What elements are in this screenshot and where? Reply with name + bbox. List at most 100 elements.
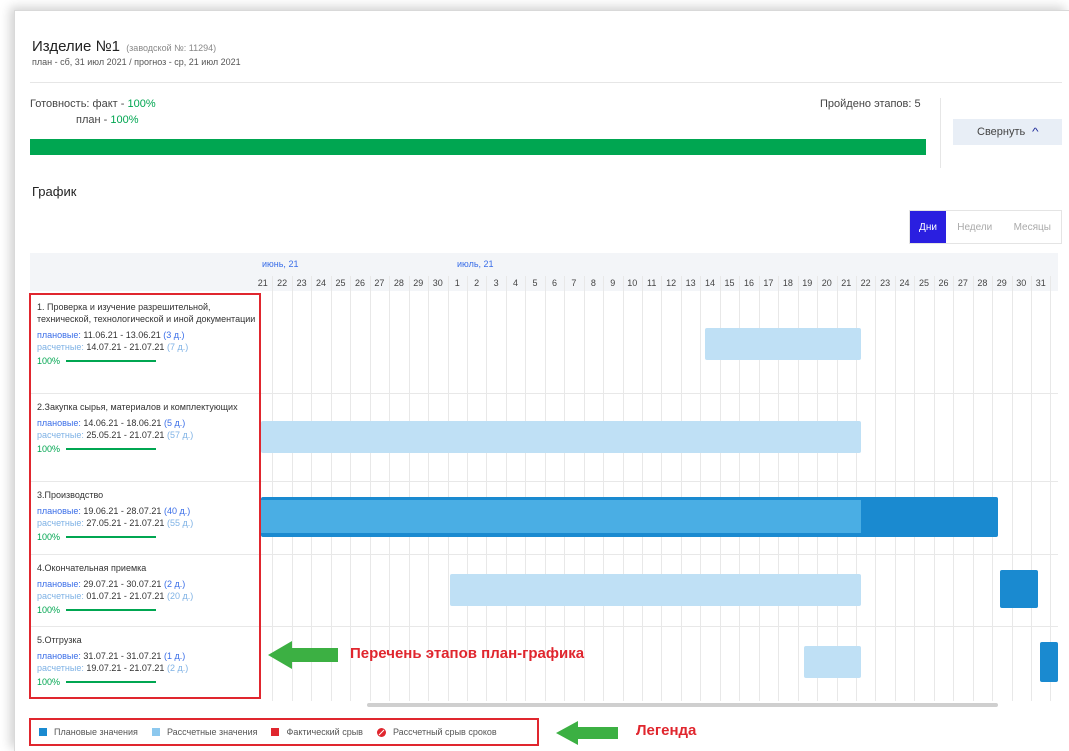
- product-title: Изделие №1 (заводской №: 11294): [32, 38, 216, 55]
- grid-line: [1031, 276, 1032, 701]
- stage-item[interactable]: 4.Окончательная приемка плановые: 29.07.2…: [37, 562, 257, 615]
- stage-calc-range: 01.07.21 - 21.07.21: [86, 591, 165, 601]
- stage-plan-range: 29.07.21 - 30.07.21: [83, 579, 162, 589]
- stage-progress-bar: [66, 360, 157, 362]
- stage-calc-label: расчетные:: [37, 430, 87, 440]
- stage-plan-label: плановые:: [37, 330, 84, 340]
- stage-plan-duration: (5 д.): [163, 418, 186, 428]
- grid-line: [992, 276, 994, 701]
- grid-line: [661, 276, 663, 701]
- stage-calc-duration: (57 д.): [166, 430, 194, 440]
- grid-line: [914, 276, 916, 701]
- grid-line: [369, 276, 371, 701]
- view-days-button[interactable]: Дни: [910, 211, 946, 243]
- arrow-left-icon: [556, 721, 618, 745]
- stage-4-plan-bar[interactable]: [1000, 570, 1038, 608]
- stage-2-calc-bar[interactable]: [261, 421, 861, 453]
- readiness-plan-value: 100%: [110, 114, 139, 126]
- stage-calc-dates: расчетные: 25.05.21 - 21.07.21 (57 д.): [37, 429, 257, 441]
- stage-plan-label: плановые:: [37, 418, 84, 428]
- day-label: 24: [316, 278, 327, 288]
- stage-plan-range: 31.07.21 - 31.07.21: [83, 651, 162, 661]
- day-label: 26: [354, 278, 365, 288]
- stage-progress: 100%: [37, 677, 257, 687]
- stage-plan-range: 14.06.21 - 18.06.21: [83, 418, 162, 428]
- stage-calc-dates: расчетные: 27.05.21 - 21.07.21 (55 д.): [37, 517, 257, 529]
- legend-label: Фактический срыв: [286, 727, 363, 737]
- stage-4-calc-bar[interactable]: [450, 574, 861, 606]
- stage-3-calc-bar[interactable]: [261, 500, 861, 533]
- grid-line: [1050, 276, 1052, 701]
- grid-line: [564, 276, 566, 701]
- grid-line: [525, 276, 527, 701]
- grid-line: [311, 276, 313, 701]
- legend-label: Рассчетный срыв сроков: [392, 727, 497, 737]
- collapse-button[interactable]: Свернуть ^: [953, 119, 1062, 145]
- stage-5-plan-bar[interactable]: [1040, 642, 1058, 682]
- day-label: 21: [257, 278, 268, 288]
- horizontal-scrollbar[interactable]: [367, 703, 998, 707]
- view-weeks-button[interactable]: Недели: [946, 211, 1004, 243]
- grid-line: [1011, 276, 1013, 701]
- stage-1-calc-bar[interactable]: [705, 328, 861, 360]
- stage-item[interactable]: 5.Отгрузка плановые: 31.07.21 - 31.07.21 …: [37, 634, 257, 687]
- day-label: 5: [532, 278, 538, 288]
- stage-calc-dates: расчетные: 19.07.21 - 21.07.21 (2 д.): [37, 662, 257, 674]
- month-label-july: июль, 21: [457, 259, 494, 269]
- stage-progress-value: 100%: [37, 444, 61, 454]
- stage-plan-duration: (1 д.): [163, 651, 186, 661]
- stage-calc-label: расчетные:: [37, 591, 87, 601]
- stage-name: 2.Закупка сырья, материалов и комплектую…: [37, 402, 238, 412]
- stage-name: 4.Окончательная приемка: [37, 563, 147, 573]
- stage-5-calc-bar[interactable]: [804, 646, 861, 678]
- legend-swatch: [151, 728, 160, 736]
- stage-calc-range: 19.07.21 - 21.07.21: [86, 663, 165, 673]
- chevron-up-icon: ^: [1032, 127, 1039, 138]
- stage-plan-duration: (40 д.): [163, 506, 191, 516]
- legend-actual-fail: Фактический срыв: [271, 727, 363, 737]
- stage-plan-dates: плановые: 19.06.21 - 28.07.21 (40 д.): [37, 505, 257, 517]
- day-label: 16: [743, 278, 754, 288]
- day-label: 22: [860, 278, 871, 288]
- stage-plan-dates: плановые: 31.07.21 - 31.07.21 (1 д.): [37, 650, 257, 662]
- grid-line: [330, 276, 332, 701]
- stage-plan-range: 19.06.21 - 28.07.21: [83, 506, 162, 516]
- grid-line: [389, 276, 391, 701]
- stage-calc-label: расчетные:: [37, 663, 87, 673]
- grid-line: [505, 276, 507, 701]
- stage-calc-duration: (55 д.): [166, 518, 194, 528]
- grid-line: [486, 276, 488, 701]
- day-label: 29: [996, 278, 1007, 288]
- divider-vertical: [940, 98, 941, 168]
- stage-plan-dates: плановые: 11.06.21 - 13.06.21 (3 д.): [37, 329, 257, 341]
- stage-plan-dates: плановые: 14.06.21 - 18.06.21 (5 д.): [37, 417, 257, 429]
- view-switch: Дни Недели Месяцы: [909, 210, 1062, 244]
- stage-name: 3.Производство: [37, 490, 104, 500]
- day-label: 27: [374, 278, 385, 288]
- stage-progress: 100%: [37, 605, 257, 615]
- stage-name: 5.Отгрузка: [37, 635, 82, 645]
- legend-swatch: [39, 728, 47, 736]
- day-label: 23: [880, 278, 891, 288]
- readiness-fact-label: Готовность: факт -: [30, 98, 128, 110]
- grid-line: [972, 276, 974, 701]
- grid-line: [642, 276, 643, 701]
- stage-progress-value: 100%: [37, 605, 61, 615]
- stage-calc-label: расчетные:: [37, 342, 87, 352]
- view-months-button[interactable]: Месяцы: [1003, 211, 1061, 243]
- day-label: 12: [666, 278, 677, 288]
- stage-progress: 100%: [37, 532, 257, 542]
- schedule-title: График: [32, 184, 77, 199]
- grid-line: [700, 276, 702, 701]
- stage-plan-duration: (3 д.): [163, 330, 185, 340]
- day-label: 25: [919, 278, 930, 288]
- stage-item[interactable]: 2.Закупка сырья, материалов и комплектую…: [37, 401, 257, 454]
- legend-calculated: Рассчетные значения: [151, 727, 257, 737]
- grid-line: [583, 276, 585, 701]
- grid-line: [622, 276, 624, 701]
- stage-plan-label: плановые:: [37, 579, 84, 589]
- stage-item[interactable]: 3.Производство плановые: 19.06.21 - 28.07…: [37, 489, 257, 542]
- grid-line: [953, 276, 955, 701]
- stage-item[interactable]: 1. Проверка и изучение разрешительной, т…: [37, 301, 257, 366]
- day-label: 23: [296, 278, 307, 288]
